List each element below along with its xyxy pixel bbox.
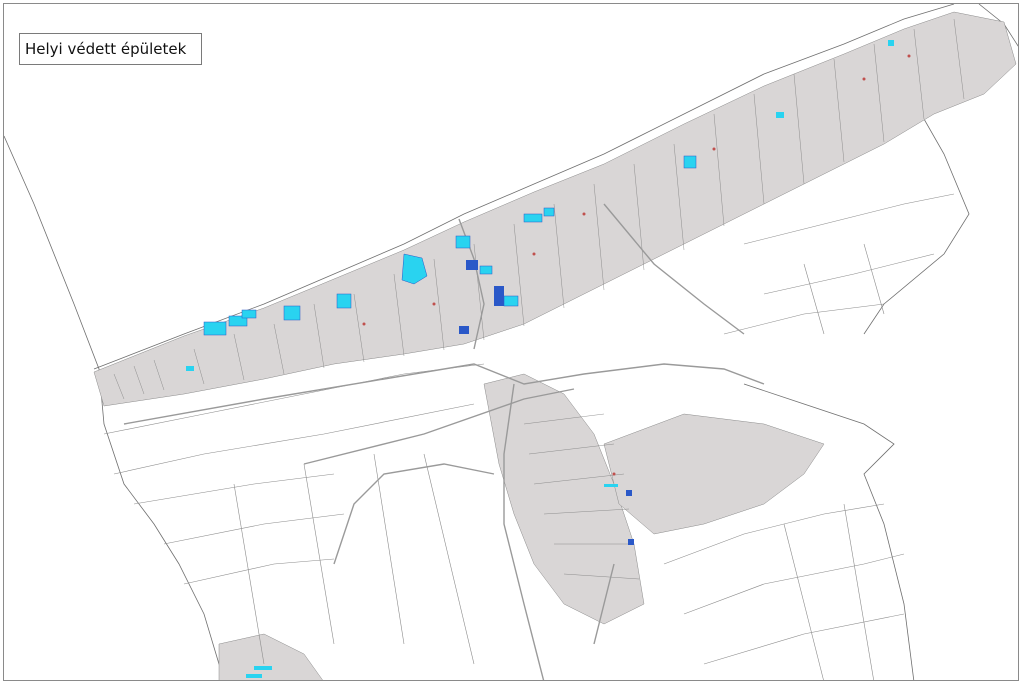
cadastral-map[interactable]	[4, 4, 1019, 681]
protected-building[interactable]	[523, 213, 543, 223]
protected-building[interactable]	[683, 155, 697, 169]
protected-building[interactable]	[455, 235, 471, 249]
protected-building[interactable]	[283, 305, 301, 321]
protected-building[interactable]	[604, 484, 618, 487]
protected-building[interactable]	[254, 666, 272, 670]
protected-building[interactable]	[241, 309, 257, 319]
protected-building[interactable]	[776, 112, 784, 118]
protected-building[interactable]	[459, 326, 469, 334]
protected-building[interactable]	[466, 260, 478, 270]
protected-building[interactable]	[503, 295, 519, 307]
protected-building[interactable]	[494, 286, 504, 306]
protected-building[interactable]	[628, 539, 634, 545]
map-frame[interactable]: Helyi védett épületek	[3, 3, 1019, 681]
protected-building[interactable]	[626, 490, 632, 496]
protected-building[interactable]	[186, 366, 194, 371]
protected-building[interactable]	[246, 674, 262, 678]
map-title: Helyi védett épületek	[25, 40, 187, 58]
dense-urban-parcels	[93, 11, 1017, 680]
protected-building[interactable]	[543, 207, 555, 217]
map-title-box: Helyi védett épületek	[19, 33, 202, 65]
protected-building[interactable]	[888, 40, 894, 46]
protected-building[interactable]	[203, 321, 227, 336]
protected-building[interactable]	[336, 293, 352, 309]
protected-building[interactable]	[479, 265, 493, 275]
